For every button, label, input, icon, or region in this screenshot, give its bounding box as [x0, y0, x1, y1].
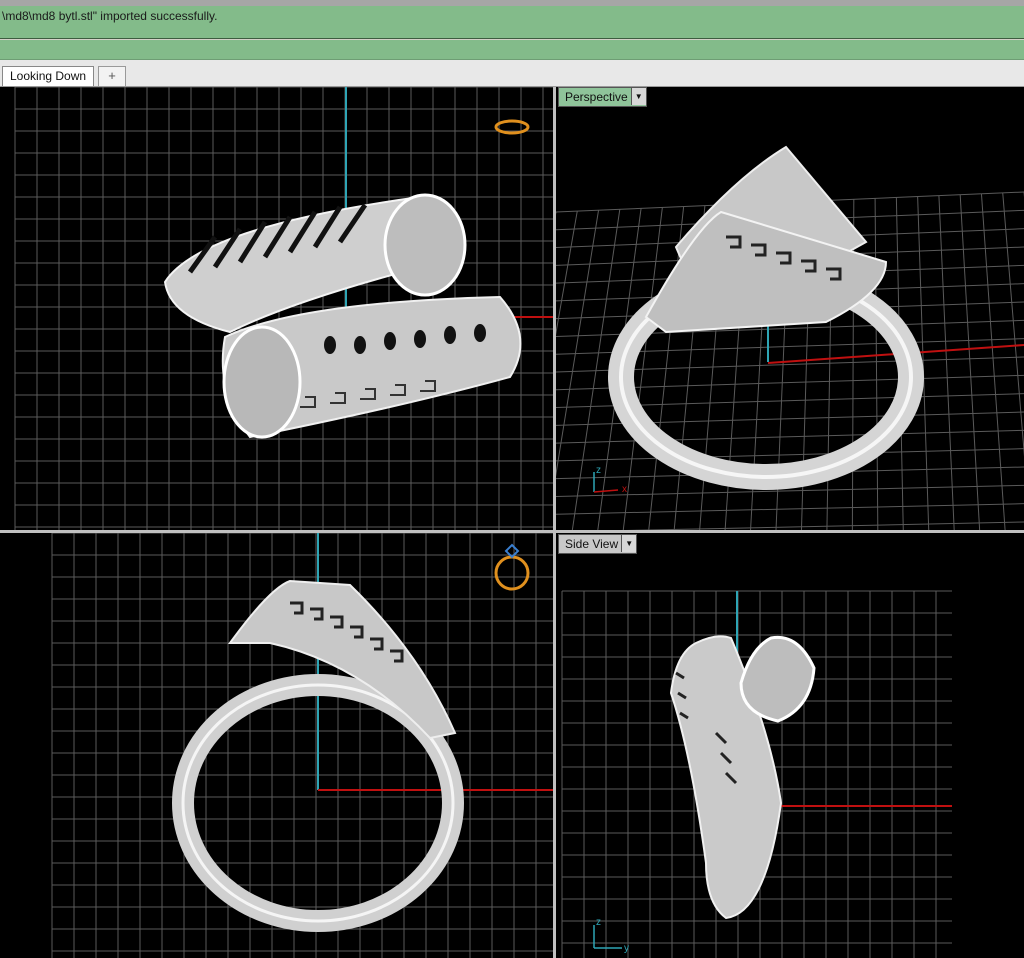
- viewport-side[interactable]: z y Side View ▼: [556, 533, 1024, 958]
- axis-z-label-side: z: [596, 917, 601, 928]
- viewport-top[interactable]: [0, 87, 553, 530]
- viewport-side-title[interactable]: Side View ▼: [558, 534, 638, 554]
- axis-x-label: x: [622, 484, 627, 495]
- command-history: \md8\md8 bytl.stl" imported successfully…: [0, 6, 1024, 39]
- viewport-perspective[interactable]: z x Perspective ▼: [556, 87, 1024, 530]
- viewport-splitter-horizontal[interactable]: [0, 530, 1024, 533]
- viewport-perspective-canvas: z x: [556, 145, 1024, 530]
- tab-looking-down[interactable]: Looking Down: [2, 66, 95, 86]
- viewport-front[interactable]: [0, 533, 553, 958]
- axis-z-label: z: [596, 465, 601, 476]
- axis-triad-side: z y: [593, 917, 629, 954]
- viewport-menu-caret-icon[interactable]: ▼: [630, 88, 646, 105]
- axis-triad: z x: [593, 465, 627, 495]
- command-history-text: \md8\md8 bytl.stl" imported successfully…: [2, 9, 218, 23]
- ring-model-side[interactable]: [669, 635, 816, 920]
- viewport-perspective-title[interactable]: Perspective ▼: [558, 87, 647, 107]
- axis-y-label-side: y: [624, 943, 629, 954]
- viewport-splitter-vertical[interactable]: [553, 87, 556, 958]
- add-tab-icon[interactable]: +: [98, 66, 126, 86]
- ring-model-top[interactable]: [163, 193, 522, 439]
- viewport-tab-bar: Looking Down +: [0, 60, 1024, 87]
- viewport-menu-caret-icon-side[interactable]: ▼: [621, 535, 637, 552]
- viewport-front-canvas: [51, 533, 553, 958]
- command-prompt[interactable]: [0, 40, 1024, 60]
- viewport-perspective-label: Perspective: [565, 90, 628, 104]
- ring-gumball-icon-front: [494, 543, 530, 591]
- ring-model-perspective[interactable]: [608, 145, 924, 490]
- viewport-top-canvas: [14, 87, 553, 530]
- viewport-side-label: Side View: [565, 537, 619, 551]
- viewport-side-canvas: z y: [561, 590, 952, 958]
